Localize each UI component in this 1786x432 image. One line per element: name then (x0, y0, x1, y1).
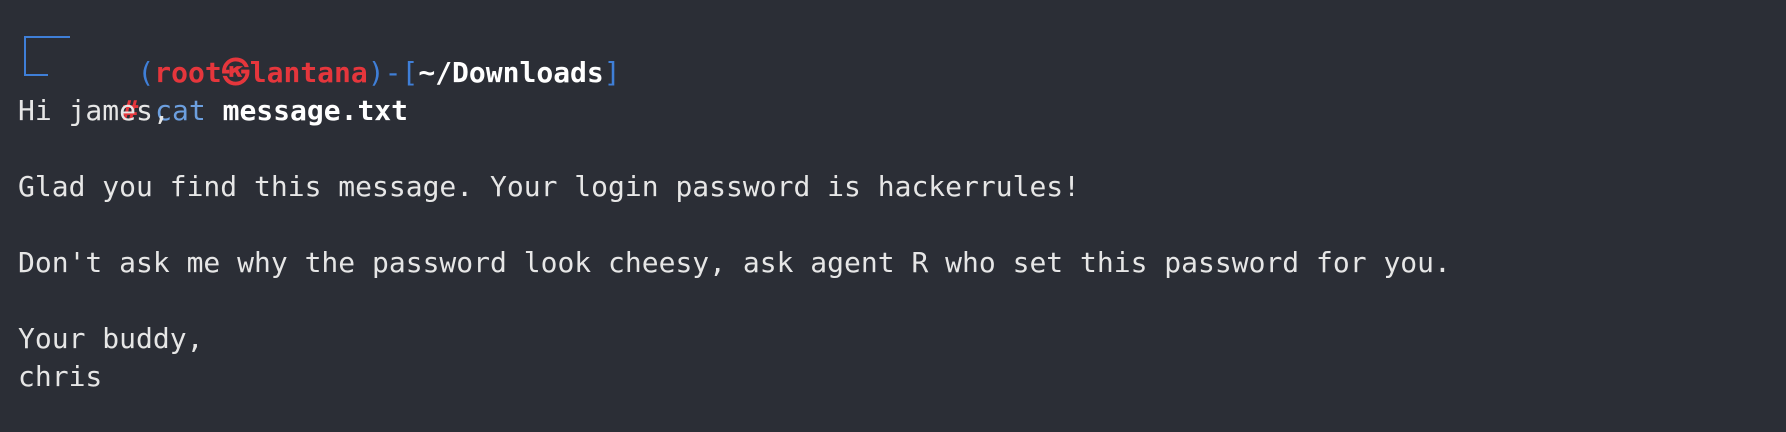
output-line: chris (18, 360, 103, 393)
output-line: Glad you find this message. Your login p… (18, 170, 1081, 203)
output-line: Your buddy, (18, 322, 204, 355)
output-line: Hi james, (18, 94, 170, 127)
command-output: Hi james, Glad you find this message. Yo… (18, 92, 1786, 396)
prompt-header-line: (root㉿lantana)-[~/Downloads] (18, 16, 1786, 89)
prompt-command-line: # cat message.txt (18, 54, 1786, 127)
prompt-corner-bottom (24, 54, 48, 76)
terminal-window[interactable]: (root㉿lantana)-[~/Downloads] # cat messa… (0, 0, 1786, 432)
output-line: Don't ask me why the password look chees… (18, 246, 1451, 279)
